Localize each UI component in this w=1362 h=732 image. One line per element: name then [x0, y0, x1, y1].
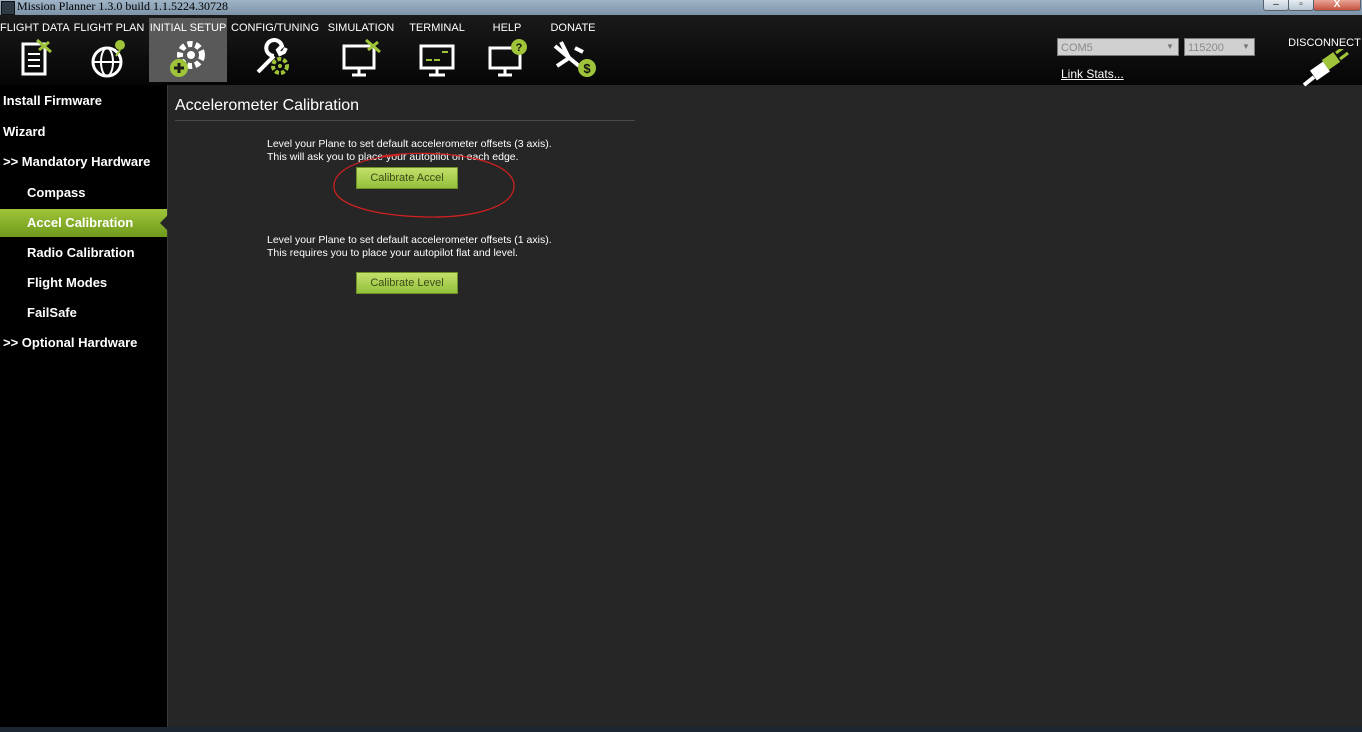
toolbar-help[interactable]: HELP ?	[479, 18, 535, 82]
terminal-icon	[419, 44, 455, 77]
main-toolbar: FLIGHT DATA FLIGHT PLAN INITIAL SETUP CO…	[0, 15, 1362, 87]
title-divider	[175, 120, 635, 121]
link-stats-link[interactable]: Link Stats...	[1061, 67, 1124, 81]
sidebar-item-compass[interactable]: Compass	[0, 179, 167, 207]
baud-rate-value: 115200	[1188, 42, 1224, 54]
sidebar-item-wizard[interactable]: Wizard	[0, 118, 167, 146]
toolbar-terminal[interactable]: TERMINAL	[405, 18, 469, 82]
chevron-down-icon: ▼	[1166, 42, 1174, 51]
flight-data-icon	[21, 38, 52, 76]
toolbar-simulation-label: SIMULATION	[327, 22, 395, 34]
toolbar-flight-plan-label: FLIGHT PLAN	[73, 22, 145, 34]
simulation-icon	[342, 38, 381, 77]
sidebar-item-mandatory-hardware[interactable]: >> Mandatory Hardware	[0, 148, 167, 176]
chevron-down-icon: ▼	[1242, 42, 1250, 51]
toolbar-initial-setup-label: INITIAL SETUP	[149, 22, 227, 34]
help-icon: ?	[488, 39, 527, 77]
maximize-button[interactable]: ▫	[1288, 0, 1314, 11]
toolbar-initial-setup[interactable]: INITIAL SETUP	[149, 18, 227, 82]
app-icon	[1, 1, 15, 15]
toolbar-terminal-label: TERMINAL	[409, 22, 465, 34]
flight-plan-icon	[91, 40, 125, 78]
red-highlight-annotation	[333, 152, 515, 218]
config-tuning-icon	[256, 38, 289, 75]
toolbar-flight-data[interactable]: FLIGHT DATA	[0, 18, 70, 82]
level-description-line-1: Level your Plane to set default accelero…	[267, 234, 552, 246]
toolbar-simulation[interactable]: SIMULATION	[327, 18, 395, 82]
level-description-line-2: This requires you to place your autopilo…	[267, 247, 518, 259]
svg-text:$: $	[583, 61, 591, 76]
toolbar-flight-data-label: FLIGHT DATA	[0, 22, 70, 34]
plug-icon	[1302, 45, 1349, 87]
sidebar-item-radio-calibration[interactable]: Radio Calibration	[0, 239, 167, 267]
com-port-value: COM5	[1061, 42, 1093, 54]
toolbar-flight-plan[interactable]: FLIGHT PLAN	[73, 18, 145, 82]
disconnect-button[interactable]: DISCONNECT	[1287, 33, 1362, 99]
toolbar-config-tuning[interactable]: CONFIG/TUNING	[231, 18, 319, 82]
close-button[interactable]: X	[1313, 0, 1361, 11]
donate-icon: $	[553, 41, 596, 77]
window-title-bar: Mission Planner 1.3.0 build 1.1.5224.307…	[0, 0, 1362, 15]
toolbar-help-label: HELP	[492, 22, 522, 34]
svg-text:?: ?	[516, 42, 523, 54]
sidebar-item-failsafe[interactable]: FailSafe	[0, 299, 167, 327]
toolbar-config-tuning-label: CONFIG/TUNING	[231, 22, 319, 34]
sidebar-item-optional-hardware[interactable]: >> Optional Hardware	[0, 329, 167, 357]
minimize-button[interactable]: –	[1263, 0, 1289, 11]
taskbar-strip	[0, 727, 1362, 732]
com-port-select[interactable]: COM5 ▼	[1057, 38, 1179, 56]
window-title: Mission Planner 1.3.0 build 1.1.5224.307…	[17, 0, 229, 13]
page-title: Accelerometer Calibration	[175, 97, 360, 114]
calibrate-level-button[interactable]: Calibrate Level	[356, 272, 458, 294]
initial-setup-icon	[170, 41, 205, 77]
sidebar-item-accel-calibration[interactable]: Accel Calibration	[0, 209, 168, 237]
sidebar-item-install-firmware[interactable]: Install Firmware	[0, 87, 167, 115]
sidebar-item-flight-modes[interactable]: Flight Modes	[0, 269, 167, 297]
toolbar-donate[interactable]: DONATE $	[543, 18, 603, 82]
setup-sidebar: Install Firmware Wizard >> Mandatory Har…	[0, 85, 168, 732]
baud-rate-select[interactable]: 115200 ▼	[1184, 38, 1255, 56]
toolbar-donate-label: DONATE	[550, 22, 596, 34]
disconnect-label: DISCONNECT	[1288, 37, 1361, 49]
